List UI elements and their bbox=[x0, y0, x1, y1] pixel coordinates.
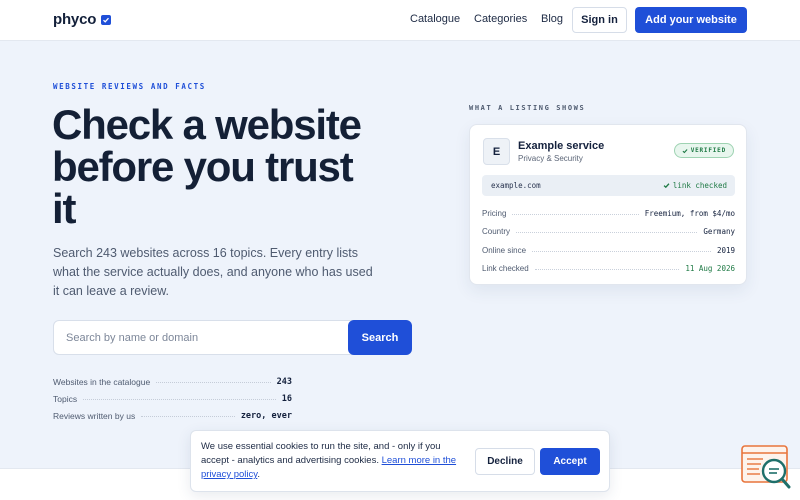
fact-leader bbox=[532, 250, 711, 252]
fact-value: 2019 bbox=[716, 245, 735, 255]
stat-row: Websites in the catalogue 243 bbox=[53, 373, 292, 390]
fact-row: Country Germany bbox=[482, 223, 735, 242]
hero-subtitle: Search 243 websites across 16 topics. Ev… bbox=[53, 246, 373, 298]
verified-badge: VERIFIED bbox=[673, 143, 734, 158]
listing-facts: Pricing Freemium, from $4/mo Country Ger… bbox=[482, 204, 735, 278]
listing-eyebrow: WHAT A LISTING SHOWS bbox=[469, 104, 586, 112]
decline-button[interactable]: Decline bbox=[475, 448, 535, 475]
listing-url-bar: example.com link checked bbox=[482, 175, 735, 196]
stat-label: Topics bbox=[53, 393, 78, 404]
fact-label: Pricing bbox=[482, 208, 507, 218]
search-input[interactable] bbox=[54, 321, 349, 354]
fact-leader bbox=[534, 269, 680, 271]
fact-row: Pricing Freemium, from $4/mo bbox=[482, 204, 735, 223]
hero-eyebrow: WEBSITE REVIEWS AND FACTS bbox=[53, 82, 206, 91]
check-icon bbox=[682, 148, 688, 153]
fact-row: Link checked 11 Aug 2026 bbox=[482, 260, 735, 279]
check-badge-icon bbox=[101, 14, 112, 25]
fact-row: Online since 2019 bbox=[482, 241, 735, 260]
accept-button[interactable]: Accept bbox=[540, 448, 600, 475]
stat-value: 243 bbox=[276, 376, 292, 387]
stat-value: 16 bbox=[281, 393, 292, 404]
stat-leader bbox=[156, 382, 271, 383]
search-button[interactable]: Search bbox=[348, 320, 412, 355]
fact-leader bbox=[512, 213, 639, 215]
search-box: Search bbox=[53, 320, 412, 355]
site-header: phyco Catalogue Categories Blog Sign in … bbox=[0, 0, 800, 41]
stat-leader bbox=[83, 399, 276, 400]
fact-value: 11 Aug 2026 bbox=[685, 264, 735, 274]
cookie-banner: We use essential cookies to run the site… bbox=[190, 430, 610, 492]
stat-row: Topics 16 bbox=[53, 390, 292, 407]
catalogue-stats: Websites in the catalogue 243 Topics 16 … bbox=[53, 373, 292, 424]
fact-label: Link checked bbox=[482, 264, 529, 274]
nav-catalogue[interactable]: Catalogue bbox=[410, 13, 460, 25]
stat-label: Reviews written by us bbox=[53, 410, 136, 421]
cookie-text: We use essential cookies to run the site… bbox=[201, 440, 469, 482]
cookie-message-end: . bbox=[257, 469, 260, 480]
stat-label: Websites in the catalogue bbox=[53, 376, 151, 387]
sign-in-button[interactable]: Sign in bbox=[572, 7, 627, 33]
fact-value: Germany bbox=[703, 227, 735, 237]
fact-label: Country bbox=[482, 227, 511, 237]
stat-leader bbox=[141, 416, 235, 417]
fact-label: Online since bbox=[482, 245, 527, 255]
nav-blog[interactable]: Blog bbox=[541, 13, 563, 25]
nav-categories[interactable]: Categories bbox=[474, 13, 527, 25]
listing-card: E Example service Privacy & Security VER… bbox=[469, 124, 747, 285]
check-icon bbox=[663, 183, 670, 189]
fact-value: Freemium, from $4/mo bbox=[644, 208, 735, 218]
stat-value: zero, ever bbox=[240, 410, 292, 421]
stat-row: Reviews written by us zero, ever bbox=[53, 407, 292, 424]
search-document-icon[interactable] bbox=[741, 445, 791, 489]
logo[interactable]: phyco bbox=[53, 11, 112, 28]
add-website-button[interactable]: Add your website bbox=[635, 7, 747, 33]
logo-text: phyco bbox=[53, 11, 97, 28]
fact-leader bbox=[516, 232, 698, 234]
hero-title: Check a website before you trust it bbox=[52, 101, 362, 232]
listing-avatar: E bbox=[483, 138, 510, 165]
verified-label: VERIFIED bbox=[690, 147, 726, 154]
listing-category: Privacy & Security bbox=[518, 154, 583, 163]
listing-url: example.com bbox=[491, 181, 541, 190]
link-status: link checked bbox=[663, 181, 727, 190]
listing-name: Example service bbox=[518, 140, 605, 152]
link-status-label: link checked bbox=[672, 181, 727, 190]
